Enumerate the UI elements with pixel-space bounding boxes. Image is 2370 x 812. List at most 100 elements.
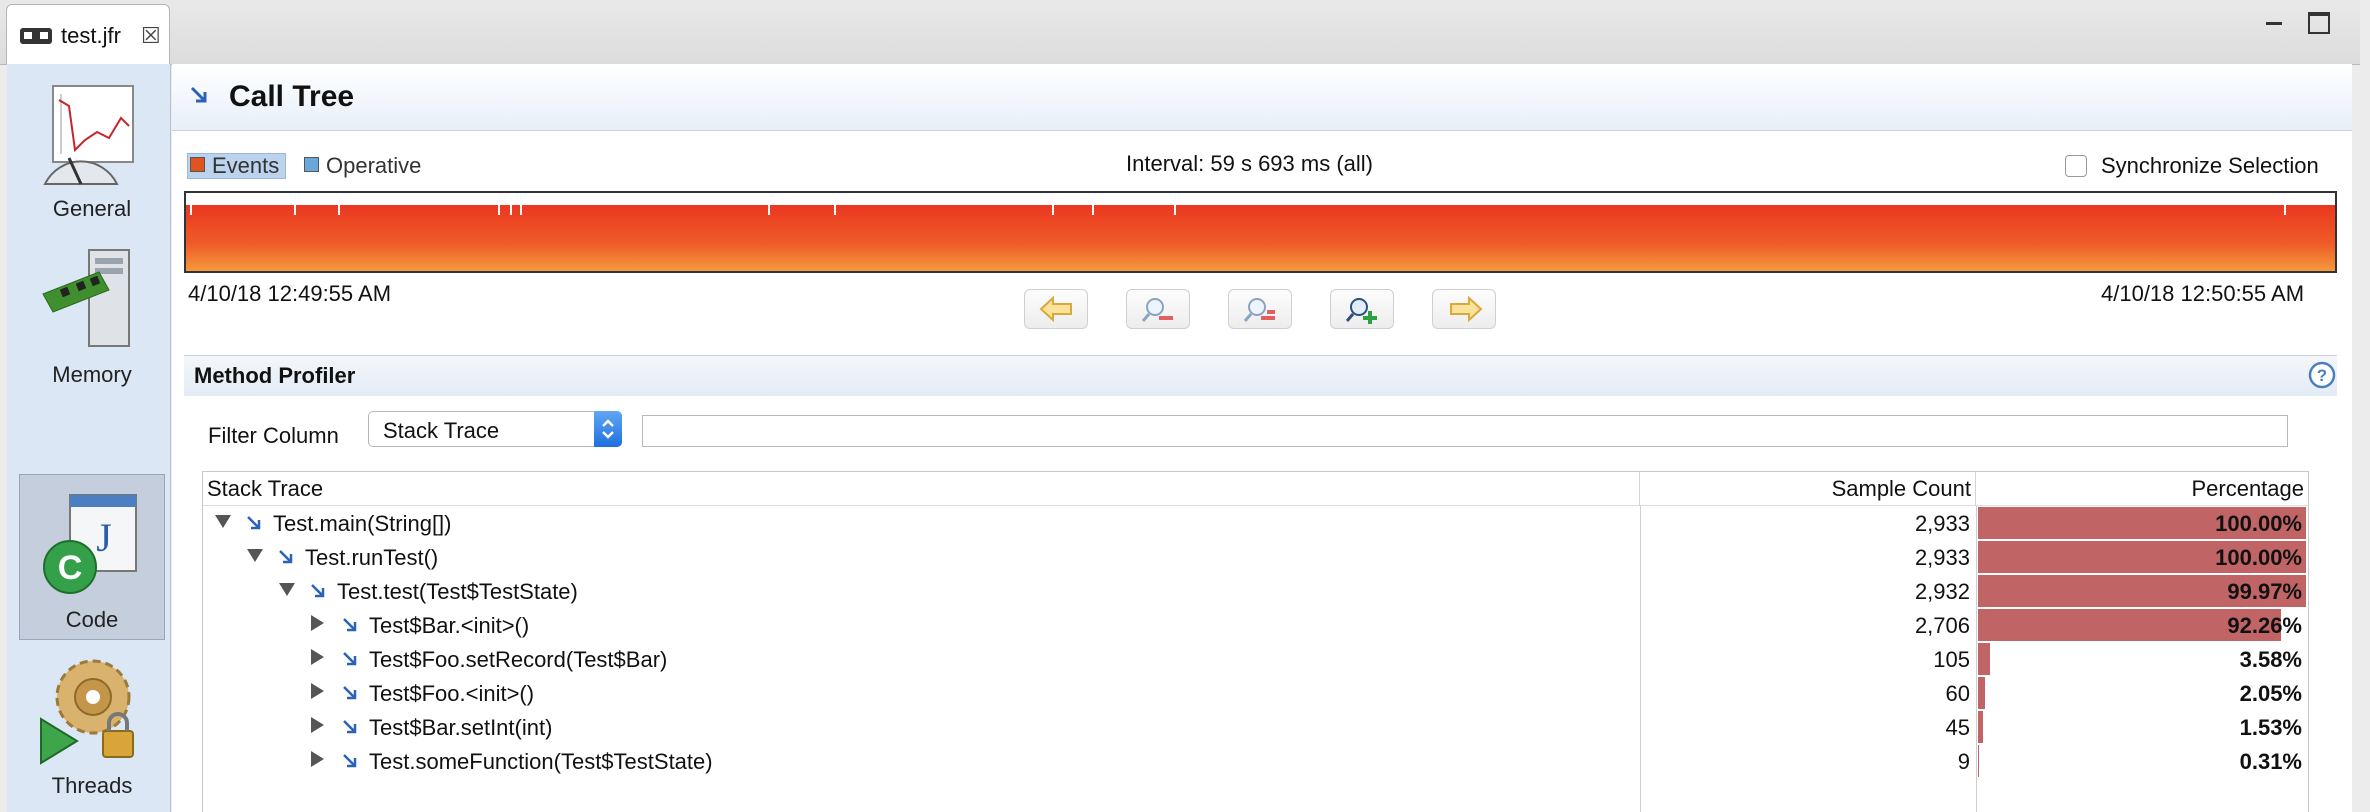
- legend-events[interactable]: Events: [187, 153, 287, 179]
- collapsed-arrow-icon[interactable]: [311, 717, 324, 733]
- close-icon[interactable]: ☒: [141, 23, 161, 49]
- memory-chip-icon: [42, 249, 130, 347]
- operative-swatch-icon: [304, 157, 319, 172]
- percentage-cell: 3.58%: [2239, 647, 2302, 672]
- sample-count-cell: 2,933: [1914, 511, 1970, 536]
- method-name: Test.main(String[]): [273, 511, 452, 536]
- percentage-cell: 2.05%: [2239, 681, 2302, 706]
- zoom-in-button[interactable]: [1330, 289, 1394, 329]
- editor-tab[interactable]: test.jfr ☒: [6, 4, 170, 64]
- method-name: Test.test(Test$TestState): [337, 579, 578, 604]
- main-content: Events Operative Interval: 59 s 693 ms (…: [172, 131, 2352, 812]
- percentage-cell: 1.53%: [2239, 715, 2302, 740]
- timeline-end-time: 4/10/18 12:50:55 AM: [2101, 281, 2305, 306]
- help-icon[interactable]: ?: [2307, 360, 2337, 390]
- timeline-gap: [2284, 193, 2286, 215]
- expanded-arrow-icon[interactable]: [279, 583, 295, 596]
- timeline-gap: [1052, 193, 1054, 215]
- zoom-out-icon: [1141, 298, 1173, 322]
- synchronize-selection-checkbox[interactable]: [2065, 155, 2087, 177]
- legend-events-label: Events: [212, 153, 280, 178]
- filter-column-select[interactable]: Stack Trace: [368, 411, 622, 447]
- jfr-file-icon: [20, 28, 52, 44]
- minimize-icon[interactable]: [2262, 10, 2286, 34]
- filter-text-input[interactable]: [642, 415, 2288, 447]
- section-title: Method Profiler: [194, 363, 356, 388]
- table-row[interactable]: Test.test(Test$TestState) 2,932 99.97%: [203, 574, 2308, 608]
- call-arrow-icon: [279, 550, 293, 564]
- column-header-sample-count[interactable]: Sample Count: [1640, 472, 1976, 506]
- table-row[interactable]: Test$Foo.<init>() 60 2.05%: [203, 676, 2308, 710]
- scroll-left-icon: [1039, 296, 1072, 322]
- sample-count-cell: 45: [1945, 715, 1970, 740]
- timeline-gap: [294, 193, 296, 215]
- call-arrow-icon: [343, 652, 357, 666]
- collapsed-arrow-icon[interactable]: [311, 751, 324, 767]
- sidebar-item-general[interactable]: General: [19, 64, 165, 230]
- zoom-out-selection-icon: [1243, 298, 1275, 322]
- percentage-cell: 100.00%: [2215, 511, 2302, 536]
- scroll-right-icon: [1450, 296, 1483, 322]
- call-tree-table: Stack Trace Sample Count Percentage Test…: [202, 471, 2309, 812]
- call-arrow-icon: [343, 720, 357, 734]
- column-header-stack-trace[interactable]: Stack Trace: [203, 472, 1640, 506]
- percentage-cell: 92.26%: [2227, 613, 2302, 638]
- scroll-left-button[interactable]: [1024, 289, 1088, 329]
- timeline-gap: [768, 193, 770, 215]
- table-row[interactable]: Test$Foo.setRecord(Test$Bar) 105 3.58%: [203, 642, 2308, 676]
- expanded-arrow-icon[interactable]: [215, 515, 231, 528]
- call-arrow-icon: [247, 516, 261, 530]
- expanded-arrow-icon[interactable]: [247, 549, 263, 562]
- call-arrow-icon: [343, 686, 357, 700]
- method-name: Test$Bar.<init>(): [369, 613, 530, 638]
- sample-count-cell: 105: [1933, 647, 1970, 672]
- legend-operative[interactable]: Operative: [304, 153, 421, 179]
- collapsed-arrow-icon[interactable]: [311, 615, 324, 631]
- call-arrow-icon: [311, 584, 325, 598]
- svg-text:J: J: [96, 515, 112, 560]
- select-stepper[interactable]: [594, 411, 622, 447]
- threads-gears-icon: [40, 659, 134, 765]
- table-row[interactable]: Test$Bar.setInt(int) 45 1.53%: [203, 710, 2308, 744]
- sample-count-cell: 9: [1957, 749, 1970, 774]
- sample-count-cell: 2,706: [1914, 613, 1970, 638]
- interval-text: Interval: 59 s 693 ms (all): [1126, 151, 1373, 176]
- synchronize-selection-label[interactable]: Synchronize Selection: [2101, 153, 2319, 179]
- sidebar-item-memory[interactable]: Memory: [19, 230, 165, 396]
- sidebar-item-code[interactable]: J C Code: [19, 474, 165, 640]
- scroll-right-button[interactable]: [1432, 289, 1496, 329]
- sidebar-item-label: Memory: [52, 362, 132, 387]
- zoom-out-selection-button[interactable]: [1228, 289, 1292, 329]
- column-header-percentage[interactable]: Percentage: [1976, 472, 2308, 506]
- call-arrow-icon: [343, 618, 357, 632]
- sidebar: General Memory J C Code Threads: [7, 64, 171, 812]
- timeline-gap: [834, 193, 836, 215]
- sidebar-item-label: Code: [65, 607, 119, 632]
- percentage-cell: 0.31%: [2239, 749, 2302, 774]
- tab-label: test.jfr: [61, 23, 121, 48]
- collapsed-arrow-icon[interactable]: [311, 649, 324, 665]
- sidebar-item-threads[interactable]: Threads: [19, 641, 165, 807]
- chevron-updown-icon: [602, 419, 614, 439]
- events-timeline-bar: [186, 205, 2335, 271]
- method-profiler-header: Method Profiler ?: [184, 355, 2337, 396]
- percentage-cell: 100.00%: [2215, 545, 2302, 570]
- table-row[interactable]: Test.main(String[]) 2,933 100.00%: [203, 506, 2308, 540]
- filter-column-label: Filter Column: [208, 423, 339, 448]
- table-row[interactable]: Test.runTest() 2,933 100.00%: [203, 540, 2308, 574]
- method-name: Test.runTest(): [305, 545, 439, 570]
- sidebar-item-label: Threads: [51, 773, 133, 798]
- percentage-cell: 99.97%: [2227, 579, 2302, 604]
- timeline-gap: [520, 193, 522, 215]
- timeline-gap: [1092, 193, 1094, 215]
- table-row[interactable]: Test$Bar.<init>() 2,706 92.26%: [203, 608, 2308, 642]
- collapsed-arrow-icon[interactable]: [311, 683, 324, 699]
- timeline-gap: [1174, 193, 1176, 215]
- zoom-out-button[interactable]: [1126, 289, 1190, 329]
- timeline-range-chart[interactable]: [184, 191, 2337, 273]
- timeline-gap: [338, 193, 340, 215]
- page-header: Call Tree: [172, 64, 2352, 131]
- sample-count-cell: 2,932: [1914, 579, 1970, 604]
- table-row[interactable]: Test.someFunction(Test$TestState) 9 0.31%: [203, 744, 2308, 778]
- maximize-icon[interactable]: [2308, 12, 2330, 34]
